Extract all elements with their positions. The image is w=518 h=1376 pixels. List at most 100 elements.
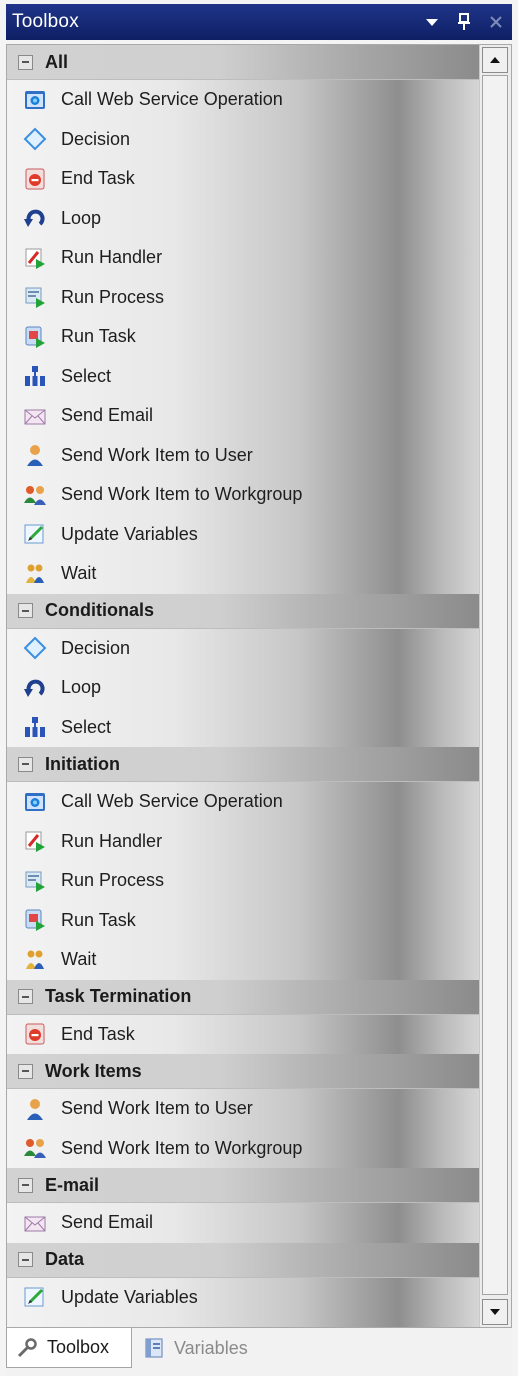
toolbox-item-send-email[interactable]: Send Email bbox=[7, 396, 479, 436]
toolbox-item-update-variables[interactable]: Update Variables bbox=[7, 1278, 479, 1318]
section-header-task-termination[interactable]: Task Termination bbox=[7, 979, 479, 1015]
toolbox-item-run-handler[interactable]: Run Handler bbox=[7, 238, 479, 278]
email-icon bbox=[21, 1209, 49, 1237]
item-label: Send Email bbox=[61, 1212, 154, 1233]
item-label: Run Task bbox=[61, 326, 136, 347]
toolbox-item-wait[interactable]: Wait bbox=[7, 554, 479, 594]
item-label: Select bbox=[61, 365, 112, 386]
item-label: Loop bbox=[61, 207, 102, 228]
toolbox-item-end-task[interactable]: End Task bbox=[7, 1015, 479, 1055]
run-process-icon bbox=[21, 283, 49, 311]
user-icon bbox=[21, 441, 49, 469]
title-bar: Toolbox bbox=[6, 4, 512, 40]
dropdown-arrow-icon bbox=[426, 19, 438, 26]
select-icon bbox=[21, 713, 49, 741]
toolbox-item-send-work-item-to-workgroup[interactable]: Send Work Item to Workgroup bbox=[7, 475, 479, 515]
toolbox-item-run-process[interactable]: Run Process bbox=[7, 278, 479, 318]
pin-button[interactable] bbox=[448, 4, 480, 40]
scroll-down-button[interactable] bbox=[482, 1299, 508, 1325]
item-label: Decision bbox=[61, 637, 131, 658]
wait-icon bbox=[21, 560, 49, 588]
toolbox-item-run-task[interactable]: Run Task bbox=[7, 901, 479, 941]
tab-toolbox[interactable]: Toolbox bbox=[6, 1328, 132, 1368]
item-label: Wait bbox=[61, 563, 97, 584]
item-label: End Task bbox=[61, 168, 135, 189]
user-icon bbox=[21, 1095, 49, 1123]
collapse-toggle-icon[interactable] bbox=[18, 989, 33, 1004]
toolbox-item-run-process[interactable]: Run Process bbox=[7, 861, 479, 901]
run-task-icon bbox=[21, 323, 49, 351]
item-label: End Task bbox=[61, 1023, 135, 1044]
section-label: All bbox=[45, 51, 69, 72]
tab-label: Variables bbox=[174, 1337, 248, 1358]
item-label: Send Email bbox=[61, 405, 154, 426]
toolbox-item-run-task[interactable]: Run Task bbox=[7, 317, 479, 357]
window-position-button[interactable] bbox=[416, 4, 448, 40]
web-service-icon bbox=[21, 788, 49, 816]
toolbox-list: All Call Web Service Operation Decision End… bbox=[7, 45, 479, 1327]
item-label: Update Variables bbox=[61, 523, 198, 544]
collapse-toggle-icon[interactable] bbox=[18, 603, 33, 618]
scrollbar-thumb[interactable] bbox=[482, 75, 508, 1295]
toolbox-item-run-handler[interactable]: Run Handler bbox=[7, 822, 479, 862]
section-header-all[interactable]: All bbox=[7, 45, 479, 80]
window-title: Toolbox bbox=[12, 11, 79, 32]
loop-icon bbox=[21, 204, 49, 232]
section-header-data[interactable]: Data bbox=[7, 1242, 479, 1278]
run-task-icon bbox=[21, 906, 49, 934]
collapse-toggle-icon[interactable] bbox=[18, 756, 33, 772]
section-header-e-mail[interactable]: E-mail bbox=[7, 1168, 479, 1203]
toolbox-item-call-web-service-operation[interactable]: Call Web Service Operation bbox=[7, 80, 479, 120]
item-label: Send Work Item to Workgroup bbox=[61, 484, 303, 505]
item-label: Send Work Item to User bbox=[61, 1098, 253, 1119]
toolbox-item-end-task[interactable]: End Task bbox=[7, 159, 479, 199]
toolbox-item-decision[interactable]: Decision bbox=[7, 629, 479, 669]
wrench-icon bbox=[15, 1336, 39, 1360]
close-icon bbox=[490, 16, 502, 28]
update-variables-icon bbox=[21, 520, 49, 548]
toolbox-item-send-work-item-to-user[interactable]: Send Work Item to User bbox=[7, 436, 479, 476]
toolbox-item-send-email[interactable]: Send Email bbox=[7, 1203, 479, 1243]
toolbox-item-update-variables[interactable]: Update Variables bbox=[7, 515, 479, 555]
run-handler-icon bbox=[21, 244, 49, 272]
scroll-up-button[interactable] bbox=[482, 47, 508, 73]
item-label: Call Web Service Operation bbox=[61, 89, 283, 110]
toolbox-item-send-work-item-to-workgroup[interactable]: Send Work Item to Workgroup bbox=[7, 1129, 479, 1169]
variables-icon bbox=[142, 1336, 166, 1360]
workgroup-icon bbox=[21, 1134, 49, 1162]
select-icon bbox=[21, 362, 49, 390]
toolbox-item-loop[interactable]: Loop bbox=[7, 668, 479, 708]
section-label: Initiation bbox=[45, 753, 120, 774]
toolbox-item-loop[interactable]: Loop bbox=[7, 199, 479, 239]
collapse-toggle-icon[interactable] bbox=[18, 54, 33, 70]
toolbox-item-call-web-service-operation[interactable]: Call Web Service Operation bbox=[7, 782, 479, 822]
run-process-icon bbox=[21, 867, 49, 895]
close-button[interactable] bbox=[480, 4, 512, 40]
end-task-icon bbox=[21, 165, 49, 193]
workgroup-icon bbox=[21, 481, 49, 509]
section-label: Conditionals bbox=[45, 600, 154, 620]
tab-variables[interactable]: Variables bbox=[134, 1328, 274, 1368]
toolbox-item-decision[interactable]: Decision bbox=[7, 120, 479, 160]
section-header-initiation[interactable]: Initiation bbox=[7, 747, 479, 782]
run-handler-icon bbox=[21, 827, 49, 855]
window-controls bbox=[416, 4, 512, 40]
toolbox-item-select[interactable]: Select bbox=[7, 357, 479, 397]
vertical-scrollbar[interactable] bbox=[479, 45, 511, 1327]
toolbox-item-select[interactable]: Select bbox=[7, 708, 479, 748]
wait-icon bbox=[21, 946, 49, 974]
item-label: Run Process bbox=[61, 870, 165, 891]
toolbox-item-send-work-item-to-user[interactable]: Send Work Item to User bbox=[7, 1089, 479, 1129]
collapse-toggle-icon[interactable] bbox=[18, 1252, 33, 1267]
collapse-toggle-icon[interactable] bbox=[18, 1063, 33, 1079]
tab-strip: Toolbox Variables bbox=[6, 1328, 512, 1376]
collapse-toggle-icon[interactable] bbox=[18, 1177, 33, 1193]
section-header-conditionals[interactable]: Conditionals bbox=[7, 593, 479, 629]
toolbox-item-wait[interactable]: Wait bbox=[7, 940, 479, 980]
section-label: E-mail bbox=[45, 1174, 100, 1195]
loop-icon bbox=[21, 674, 49, 702]
arrow-down-icon bbox=[490, 1309, 500, 1315]
toolbox-window: Toolbox All Call Web Service Operation Dec… bbox=[0, 0, 518, 1376]
section-header-work-items[interactable]: Work Items bbox=[7, 1054, 479, 1089]
item-label: Run Handler bbox=[61, 247, 163, 268]
